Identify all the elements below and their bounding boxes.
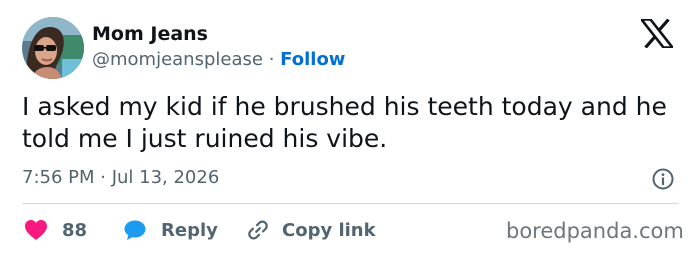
handle-row: @momjeansplease · Follow — [92, 48, 345, 72]
heart-icon — [25, 220, 47, 240]
avatar[interactable] — [22, 17, 84, 79]
separator-dot: · — [268, 49, 275, 70]
copy-link-button[interactable]: Copy link — [246, 218, 376, 242]
copy-link-label: Copy link — [282, 219, 376, 241]
reply-label: Reply — [161, 219, 218, 241]
user-handle[interactable]: @momjeansplease — [92, 49, 263, 70]
watermark: boredpanda.com — [506, 219, 684, 243]
reply-button[interactable]: Reply — [123, 218, 218, 242]
tweet-timestamp[interactable]: 7:56 PM · Jul 13, 2026 — [22, 166, 219, 190]
display-name[interactable]: Mom Jeans — [92, 22, 208, 46]
x-logo-icon[interactable] — [638, 18, 676, 49]
speech-bubble-icon — [124, 220, 146, 240]
avatar-photo — [22, 17, 84, 79]
link-icon — [248, 220, 268, 240]
divider — [22, 203, 678, 204]
follow-button[interactable]: Follow — [280, 49, 345, 70]
like-button[interactable]: 88 — [24, 218, 87, 242]
like-count: 88 — [62, 219, 88, 241]
tweet-text: I asked my kid if he brushed his teeth t… — [22, 92, 667, 153]
info-icon[interactable] — [651, 167, 675, 191]
